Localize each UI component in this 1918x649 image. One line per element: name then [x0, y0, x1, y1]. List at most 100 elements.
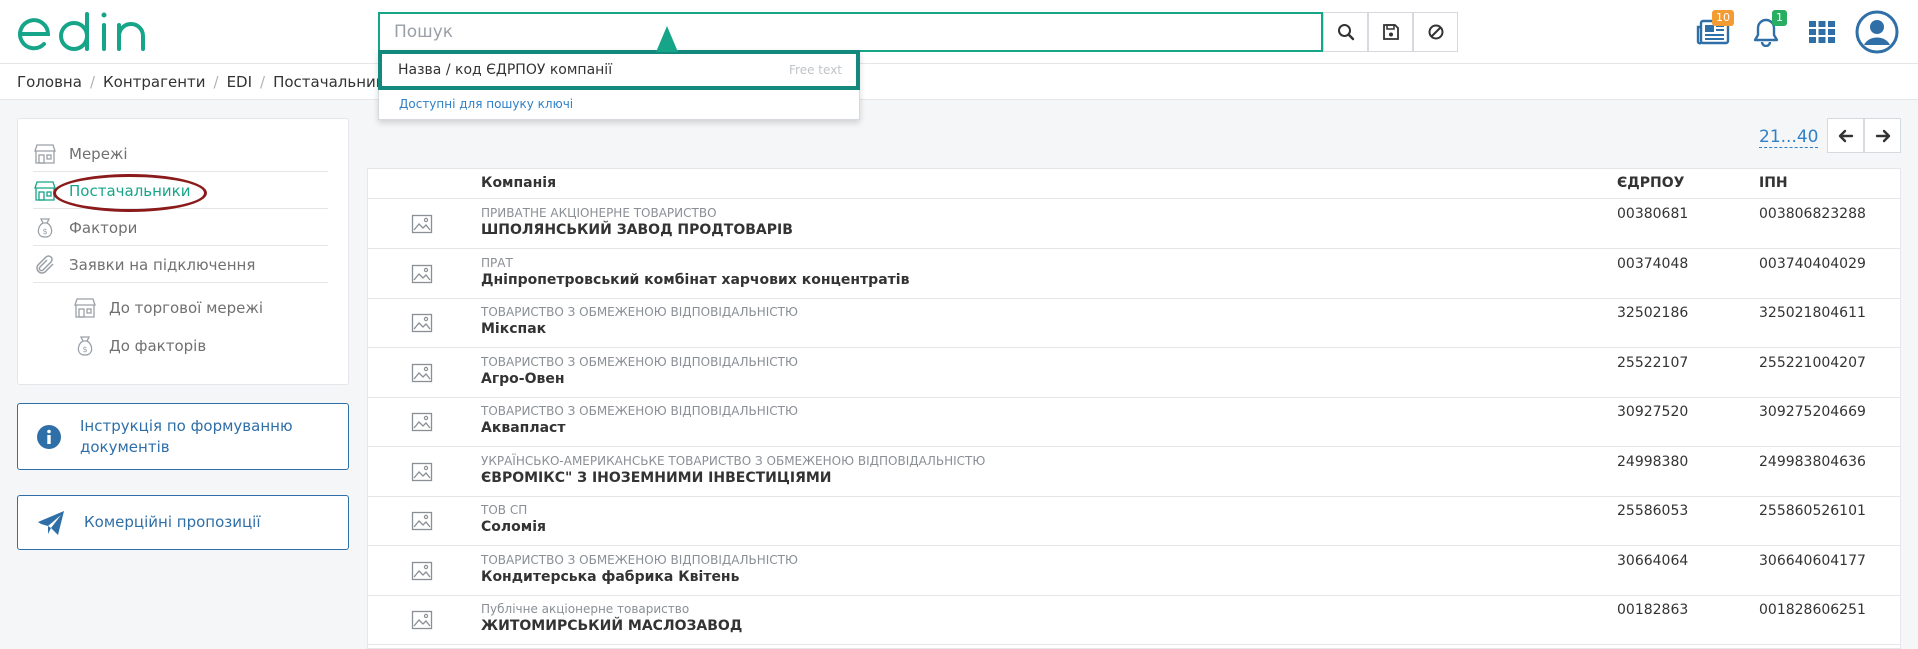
- sidebar-subitem-to-factors[interactable]: $ До факторів: [73, 328, 333, 364]
- pagination-range[interactable]: 21...40: [1759, 127, 1819, 148]
- paper-plane-icon: [38, 510, 64, 535]
- next-page-button[interactable]: [1864, 118, 1901, 153]
- company-name[interactable]: ЄВРОМІКС" З ІНОЗЕМНИМИ ІНВЕСТИЦІЯМИ: [481, 470, 832, 486]
- column-header-company[interactable]: Компанія: [481, 175, 556, 191]
- column-header-edrpou[interactable]: ЄДРПОУ: [1617, 175, 1684, 191]
- prev-page-button[interactable]: [1827, 118, 1864, 153]
- company-name[interactable]: Кондитерська фабрика Квітень: [481, 569, 739, 585]
- company-type: ТОВАРИСТВО З ОБМЕЖЕНОЮ ВІДПОВІДАЛЬНІСТЮ: [481, 552, 798, 567]
- company-name[interactable]: Агро-Овен: [481, 371, 565, 387]
- money-bag-icon: $: [37, 217, 53, 238]
- breadcrumb: Головна / Контрагенти / EDI / Постачальн…: [0, 64, 1918, 100]
- info-icon: [37, 424, 61, 449]
- table-row[interactable]: ТОВ СП Соломія 25586053 255860526101: [368, 496, 1900, 546]
- company-ipn: 003740404029: [1759, 255, 1866, 272]
- table-row[interactable]: УКРАЇНСЬКО-АМЕРИКАНСЬКЕ ТОВАРИСТВО З ОБМ…: [368, 447, 1900, 497]
- company-type: ТОВ СП: [481, 503, 528, 517]
- commercial-offers-card[interactable]: Комерційні пропозиції: [17, 495, 349, 550]
- search-button[interactable]: [1323, 12, 1368, 52]
- company-name[interactable]: Соломія: [481, 519, 546, 535]
- table-row[interactable]: ТОВАРИСТВО З ОБМЕЖЕНОЮ ВІДПОВІДАЛЬНІСТЮ …: [368, 397, 1900, 447]
- company-name[interactable]: Аквапласт: [481, 420, 565, 436]
- breadcrumb-counterparties[interactable]: Контрагенти: [103, 73, 206, 91]
- available-keys-link[interactable]: Доступні для пошуку ключі: [399, 97, 573, 111]
- notifications-badge: 1: [1772, 10, 1787, 26]
- breadcrumb-edi[interactable]: EDI: [227, 73, 252, 91]
- company-edrpou: 30664064: [1617, 552, 1689, 569]
- company-name[interactable]: ШПОЛЯНСЬКИЙ ЗАВОД ПРОДТОВАРІВ: [481, 222, 793, 238]
- apps-button[interactable]: [1804, 14, 1840, 50]
- image-placeholder-icon: [411, 412, 433, 432]
- suppliers-table: Компанія ЄДРПОУ ІПН ПРИВАТНЕ АКЦІОНЕРНЕ …: [367, 168, 1901, 649]
- ban-icon: [1428, 24, 1443, 40]
- company-ipn: 003806823288: [1759, 206, 1866, 222]
- table-row[interactable]: ТОВАРИСТВО З ОБМЕЖЕНОЮ ВІДПОВІДАЛЬНІСТЮ …: [368, 546, 1900, 596]
- search-box: [378, 12, 1323, 52]
- arrow-right-icon: [1875, 129, 1890, 142]
- image-placeholder-icon: [411, 313, 433, 333]
- image-placeholder-icon: [411, 511, 433, 531]
- table-row[interactable]: ПРАТ Дніпропетровський комбінат харчових…: [368, 249, 1900, 299]
- company-edrpou: 00380681: [1617, 206, 1689, 222]
- company-type: ТОВАРИСТВО З ОБМЕЖЕНОЮ ВІДПОВІДАЛЬНІСТЮ: [481, 354, 798, 369]
- paperclip-icon: [36, 254, 54, 274]
- user-avatar-icon: [1855, 10, 1899, 54]
- image-placeholder-icon: [411, 264, 433, 283]
- company-edrpou: 25586053: [1617, 503, 1689, 519]
- suggestion-hint: Free text: [789, 63, 842, 77]
- edin-logo[interactable]: [18, 8, 163, 56]
- grid-icon: [1809, 21, 1835, 43]
- company-edrpou: 00182863: [1617, 602, 1689, 618]
- search-suggestion-company[interactable]: Назва / код ЄДРПОУ компанії Free text: [378, 50, 860, 90]
- table-row[interactable]: ПРИВАТНЕ АКЦІОНЕРНЕ ТОВАРИСТВО ШПОЛЯНСЬК…: [368, 199, 1900, 249]
- sidebar-item-label: Мережі: [69, 144, 128, 163]
- sidebar-item-label: Заявки на підключення: [69, 255, 256, 274]
- commercial-offers-text: Комерційні пропозиції: [84, 513, 261, 531]
- sidebar-subitem-to-retail-network[interactable]: До торгової мережі: [73, 290, 333, 326]
- sidebar-menu: Мережі Постачальники $ Фактори Заявки на…: [17, 118, 349, 385]
- company-ipn: 325021804611: [1759, 305, 1866, 321]
- company-type: Публічне акціонерне товариство: [481, 602, 690, 616]
- user-menu-button[interactable]: [1855, 10, 1899, 54]
- company-edrpou: 25522107: [1617, 354, 1689, 371]
- company-name[interactable]: Мікспак: [481, 321, 546, 337]
- company-edrpou: 30927520: [1617, 404, 1689, 420]
- column-header-ipn[interactable]: ІПН: [1759, 175, 1788, 191]
- company-ipn: 255860526101: [1759, 503, 1866, 519]
- table-row[interactable]: Публічне акціонерне товариство ЖИТОМИРСЬ…: [368, 595, 1900, 645]
- breadcrumb-separator: /: [260, 72, 266, 91]
- company-name[interactable]: ЖИТОМИРСЬКИЙ МАСЛОЗАВОД: [481, 618, 742, 634]
- company-type: УКРАЇНСЬКО-АМЕРИКАНСЬКЕ ТОВАРИСТВО З ОБМ…: [481, 453, 986, 468]
- table-header: Компанія ЄДРПОУ ІПН: [368, 169, 1900, 199]
- clear-search-button[interactable]: [1413, 12, 1458, 52]
- search-input[interactable]: [380, 14, 1321, 50]
- svg-text:$: $: [42, 227, 47, 236]
- sidebar-item-networks[interactable]: Мережі: [33, 136, 328, 172]
- store-icon: [34, 143, 56, 164]
- company-ipn: 249983804636: [1759, 453, 1866, 470]
- svg-text:$: $: [82, 345, 87, 354]
- company-type: ПРАТ: [481, 255, 513, 270]
- company-edrpou: 24998380: [1617, 453, 1689, 470]
- breadcrumb-suppliers: Постачальники: [273, 72, 395, 91]
- highlight-ellipse: [53, 174, 207, 212]
- table-row[interactable]: ТОВАРИСТВО З ОБМЕЖЕНОЮ ВІДПОВІДАЛЬНІСТЮ …: [368, 298, 1900, 348]
- sidebar-item-label: До торгової мережі: [109, 299, 264, 317]
- image-placeholder-icon: [411, 214, 433, 234]
- save-search-button[interactable]: [1368, 12, 1413, 52]
- company-ipn: 001828606251: [1759, 602, 1866, 618]
- tutorial-pointer-arrow: [656, 26, 678, 52]
- search-suggestions-dropdown: Назва / код ЄДРПОУ компанії Free text До…: [378, 50, 860, 120]
- sidebar-item-label: Фактори: [69, 218, 138, 237]
- instruction-card[interactable]: Інструкція по формуванню документів: [17, 403, 349, 470]
- breadcrumb-home[interactable]: Головна: [17, 73, 82, 91]
- sidebar-item-factors[interactable]: $ Фактори: [33, 210, 328, 246]
- company-ipn: 255221004207: [1759, 354, 1866, 371]
- sidebar-item-connection-requests[interactable]: Заявки на підключення: [33, 247, 328, 283]
- search-icon: [1337, 24, 1354, 41]
- table-row[interactable]: ТОВАРИСТВО З ОБМЕЖЕНОЮ ВІДПОВІДАЛЬНІСТЮ …: [368, 348, 1900, 398]
- image-placeholder-icon: [411, 462, 433, 481]
- company-type: ТОВАРИСТВО З ОБМЕЖЕНОЮ ВІДПОВІДАЛЬНІСТЮ: [481, 404, 798, 418]
- company-name[interactable]: Дніпропетровський комбінат харчових конц…: [481, 272, 909, 288]
- company-ipn: 309275204669: [1759, 404, 1866, 420]
